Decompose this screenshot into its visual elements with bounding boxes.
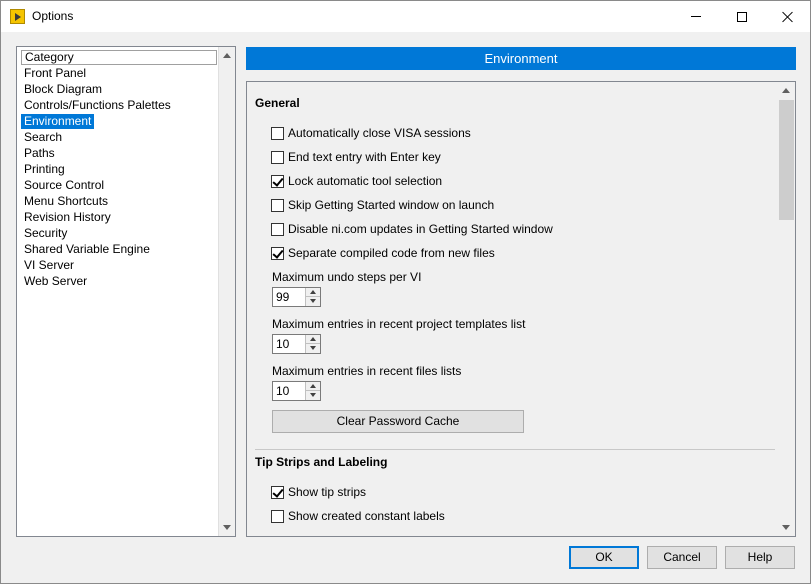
check-disable-ni-updates[interactable]: Disable ni.com updates in Getting Starte… bbox=[271, 221, 553, 237]
checkbox[interactable] bbox=[271, 126, 284, 140]
check-separate-compiled-code[interactable]: Separate compiled code from new files bbox=[271, 245, 495, 261]
category-item-vi-server[interactable]: VI Server bbox=[21, 258, 77, 273]
scroll-down-arrow-icon[interactable] bbox=[782, 525, 790, 530]
check-label: Skip Getting Started window on launch bbox=[288, 198, 495, 212]
maximize-icon bbox=[737, 11, 747, 22]
category-item-printing[interactable]: Printing bbox=[21, 162, 68, 177]
category-item-revision-history[interactable]: Revision History bbox=[21, 210, 114, 225]
checkbox[interactable] bbox=[271, 509, 284, 523]
options-window: Options Category Front Panel Block Diagr… bbox=[0, 0, 811, 584]
category-item-controls-functions-palettes[interactable]: Controls/Functions Palettes bbox=[21, 98, 174, 113]
check-label: Separate compiled code from new files bbox=[288, 246, 495, 260]
title-bar: Options bbox=[1, 1, 810, 32]
labview-app-icon bbox=[10, 9, 25, 24]
help-button[interactable]: Help bbox=[725, 546, 795, 569]
recent-templates-value[interactable]: 10 bbox=[276, 337, 289, 351]
undo-steps-stepper[interactable]: 99 bbox=[272, 287, 321, 307]
general-section-title: General bbox=[255, 96, 300, 110]
category-item-front-panel[interactable]: Front Panel bbox=[21, 66, 89, 81]
minimize-icon bbox=[691, 16, 701, 17]
undo-steps-value[interactable]: 99 bbox=[276, 290, 289, 304]
checkbox[interactable] bbox=[271, 246, 284, 260]
category-item-block-diagram[interactable]: Block Diagram bbox=[21, 82, 105, 97]
check-label: End text entry with Enter key bbox=[288, 150, 441, 164]
spin-up-icon[interactable] bbox=[306, 288, 320, 297]
checkbox[interactable] bbox=[271, 222, 284, 236]
close-button[interactable] bbox=[765, 1, 811, 32]
section-banner: Environment bbox=[246, 47, 796, 70]
maximize-button[interactable] bbox=[719, 1, 765, 32]
check-label: Show tip strips bbox=[288, 485, 367, 499]
spin-buttons bbox=[305, 335, 320, 353]
undo-steps-label: Maximum undo steps per VI bbox=[272, 270, 422, 284]
window-title: Options bbox=[32, 9, 74, 23]
checkbox[interactable] bbox=[271, 485, 284, 499]
checkbox[interactable] bbox=[271, 150, 284, 164]
section-divider bbox=[255, 449, 775, 450]
settings-scrollbar[interactable] bbox=[778, 82, 795, 536]
checkbox[interactable] bbox=[271, 198, 284, 212]
check-label: Disable ni.com updates in Getting Starte… bbox=[288, 222, 553, 236]
check-show-constant-labels[interactable]: Show created constant labels bbox=[271, 508, 445, 524]
recent-files-stepper[interactable]: 10 bbox=[272, 381, 321, 401]
spin-buttons bbox=[305, 382, 320, 400]
check-skip-getting-started[interactable]: Skip Getting Started window on launch bbox=[271, 197, 494, 213]
check-label: Automatically close VISA sessions bbox=[288, 126, 471, 140]
category-item-security[interactable]: Security bbox=[21, 226, 70, 241]
check-end-text-entry[interactable]: End text entry with Enter key bbox=[271, 149, 441, 165]
spin-down-icon[interactable] bbox=[306, 297, 320, 306]
scroll-down-arrow-icon[interactable] bbox=[223, 525, 231, 530]
check-auto-close-visa[interactable]: Automatically close VISA sessions bbox=[271, 125, 471, 141]
recent-templates-label: Maximum entries in recent project templa… bbox=[272, 317, 526, 331]
spin-up-icon[interactable] bbox=[306, 335, 320, 344]
scroll-up-arrow-icon[interactable] bbox=[223, 53, 231, 58]
tips-section-title: Tip Strips and Labeling bbox=[255, 455, 388, 469]
category-header: Category bbox=[21, 50, 217, 65]
check-lock-tool-selection[interactable]: Lock automatic tool selection bbox=[271, 173, 442, 189]
clear-password-cache-button[interactable]: Clear Password Cache bbox=[272, 410, 524, 433]
spin-down-icon[interactable] bbox=[306, 391, 320, 400]
category-item-web-server[interactable]: Web Server bbox=[21, 274, 90, 289]
category-item-source-control[interactable]: Source Control bbox=[21, 178, 107, 193]
category-scrollbar[interactable] bbox=[218, 47, 235, 536]
recent-templates-stepper[interactable]: 10 bbox=[272, 334, 321, 354]
check-label: Show created constant labels bbox=[288, 509, 445, 523]
recent-files-label: Maximum entries in recent files lists bbox=[272, 364, 462, 378]
spin-up-icon[interactable] bbox=[306, 382, 320, 391]
spin-buttons bbox=[305, 288, 320, 306]
recent-files-value[interactable]: 10 bbox=[276, 384, 289, 398]
spin-down-icon[interactable] bbox=[306, 344, 320, 353]
close-icon bbox=[782, 11, 794, 23]
category-item-paths[interactable]: Paths bbox=[21, 146, 58, 161]
check-show-tip-strips[interactable]: Show tip strips bbox=[271, 484, 366, 500]
category-item-shared-variable-engine[interactable]: Shared Variable Engine bbox=[21, 242, 153, 257]
minimize-button[interactable] bbox=[673, 1, 719, 32]
scroll-thumb[interactable] bbox=[779, 100, 794, 220]
check-label: Lock automatic tool selection bbox=[288, 174, 443, 188]
scroll-up-arrow-icon[interactable] bbox=[782, 88, 790, 93]
checkbox[interactable] bbox=[271, 174, 284, 188]
category-list[interactable]: Category Front Panel Block Diagram Contr… bbox=[16, 46, 236, 537]
settings-pane: General Automatically close VISA session… bbox=[246, 81, 796, 537]
category-item-menu-shortcuts[interactable]: Menu Shortcuts bbox=[21, 194, 111, 209]
cancel-button[interactable]: Cancel bbox=[647, 546, 717, 569]
ok-button[interactable]: OK bbox=[569, 546, 639, 569]
category-item-environment[interactable]: Environment bbox=[21, 114, 95, 129]
category-item-search[interactable]: Search bbox=[21, 130, 65, 145]
